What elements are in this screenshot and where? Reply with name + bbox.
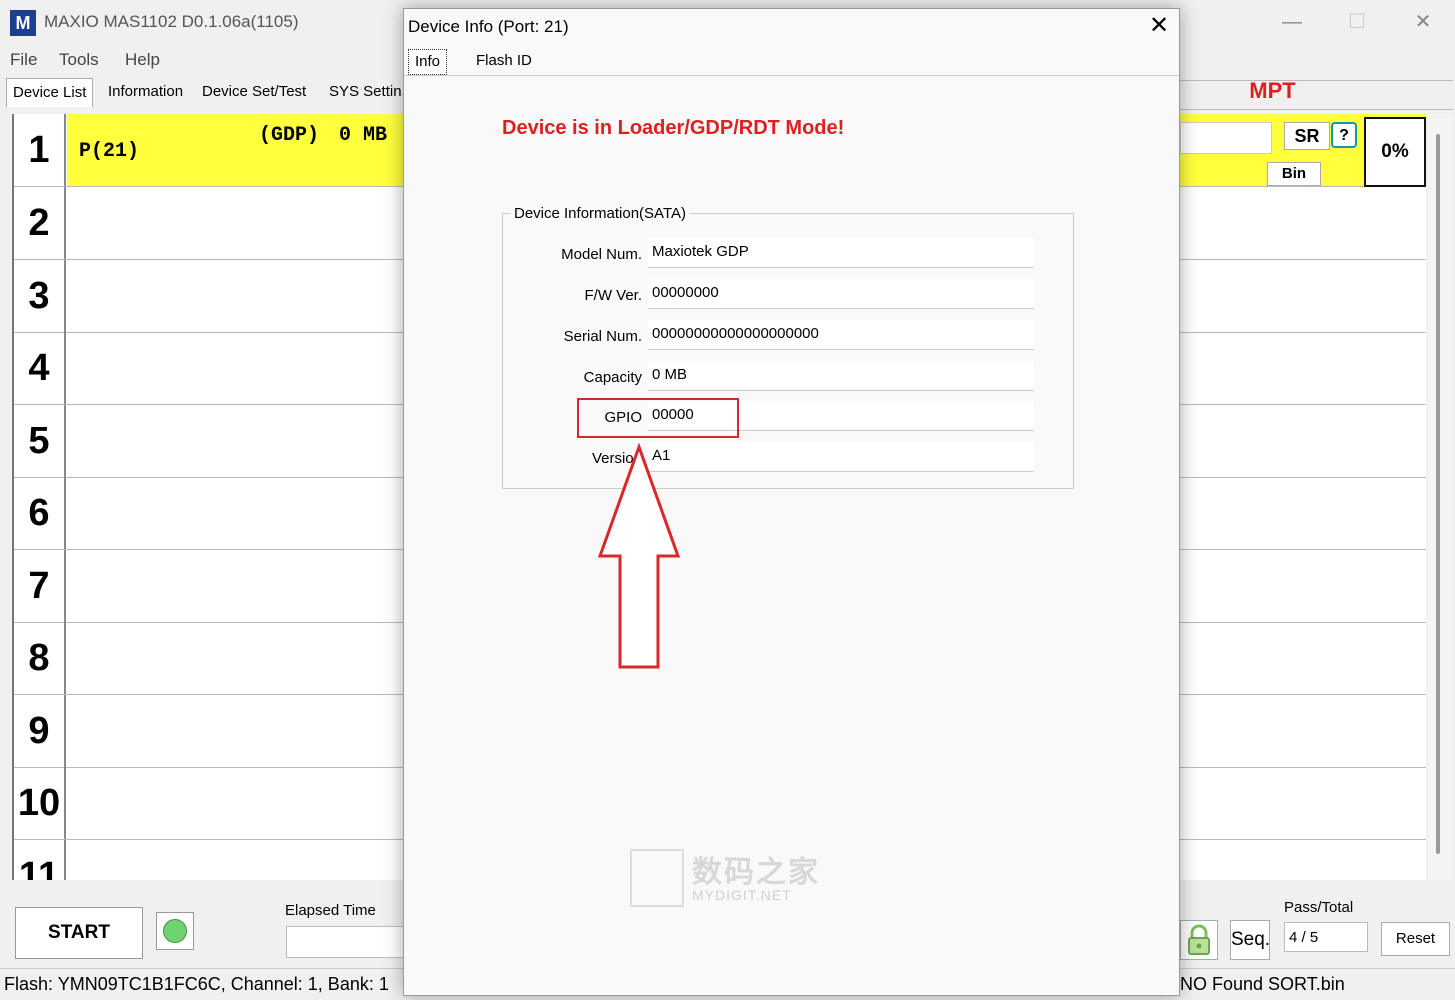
slot-number: 4 [14, 332, 66, 404]
slot-number: 9 [14, 695, 66, 767]
slot-number: 7 [14, 550, 66, 622]
dialog-title: Device Info (Port: 21) [408, 17, 569, 36]
menu-help[interactable]: Help [125, 50, 160, 70]
tab-information[interactable]: Information [102, 78, 189, 106]
mode-warning: Device is in Loader/GDP/RDT Mode! [502, 117, 845, 139]
app-icon: M [10, 10, 36, 36]
sr-button[interactable]: SR [1284, 122, 1330, 150]
watermark: 数码之家 [692, 856, 820, 889]
field-label: F/W Ver. [584, 287, 642, 304]
field-label: Capacity [583, 369, 642, 386]
slot-number: 10 [14, 767, 66, 839]
field-label: Serial Num. [563, 328, 642, 345]
pass-total-value: 4 / 5 [1284, 922, 1368, 952]
field-fw-ver: F/W Ver. 00000000 [502, 279, 1102, 311]
tab-flash-id[interactable]: Flash ID [470, 49, 538, 73]
gpio-highlight-box [577, 398, 739, 438]
pass-total-label: Pass/Total [1284, 899, 1354, 916]
mode-label: MPT [1249, 78, 1296, 103]
field-label: Model Num. [561, 246, 642, 263]
minimize-button[interactable]: — [1272, 8, 1312, 36]
stop-icon [163, 919, 187, 943]
grid-scrollbar[interactable] [1428, 114, 1452, 880]
status-flash-info: Flash: YMN09TC1B1FC6C, Channel: 1, Bank:… [4, 974, 389, 994]
slot-number: 3 [14, 260, 66, 332]
help-button[interactable]: ? [1331, 122, 1357, 148]
bin-button[interactable]: Bin [1267, 162, 1321, 186]
start-button[interactable]: START [15, 907, 143, 959]
slot-number: 1 [14, 114, 66, 186]
stop-button[interactable] [156, 912, 194, 950]
slot-1-text-field[interactable] [1180, 122, 1272, 154]
lock-icon [1188, 924, 1210, 955]
dialog-tabs: Info Flash ID [404, 47, 1179, 76]
field-value[interactable]: A1 [648, 442, 1034, 472]
slot-capacity: 0 MB [339, 124, 388, 147]
tab-device-set-test[interactable]: Device Set/Test [196, 78, 312, 106]
up-arrow-icon [597, 442, 681, 669]
watermark-logo-icon [630, 849, 684, 907]
field-version: Version A1 [502, 442, 1102, 474]
field-value[interactable]: 0 MB [648, 361, 1034, 391]
elapsed-time-label: Elapsed Time [285, 902, 376, 919]
field-serial-num: Serial Num. 00000000000000000000 [502, 320, 1102, 352]
field-value[interactable]: 00000000 [648, 279, 1034, 309]
device-info-dialog: Device Info (Port: 21) ✕ Info Flash ID D… [403, 8, 1180, 996]
slot-mode: (GDP) [259, 124, 320, 147]
main-tabs: Device List Information Device Set/Test … [0, 78, 410, 108]
tab-device-list[interactable]: Device List [6, 78, 94, 107]
menu-tools[interactable]: Tools [59, 50, 99, 70]
slot-number: 8 [14, 622, 66, 694]
scroll-thumb[interactable] [1436, 134, 1440, 854]
window-title: MAXIO MAS1102 D0.1.06a(1105) [44, 12, 299, 31]
close-button[interactable]: ✕ [1403, 8, 1443, 36]
field-value[interactable]: 00000000000000000000 [648, 320, 1034, 350]
field-value[interactable]: Maxiotek GDP [648, 238, 1034, 268]
maximize-button[interactable]: ☐ [1337, 8, 1377, 36]
status-sort-info: NO Found SORT.bin [1180, 974, 1345, 994]
slot-number: 5 [14, 405, 66, 477]
field-capacity: Capacity 0 MB [502, 361, 1102, 393]
tab-info[interactable]: Info [408, 49, 448, 75]
slot-port: P(21) [79, 140, 140, 163]
slot-number: 6 [14, 477, 66, 549]
reset-button[interactable]: Reset [1381, 922, 1450, 956]
progress-percent: 0% [1364, 117, 1426, 187]
watermark-sub: MYDIGIT.NET [692, 887, 792, 903]
elapsed-time-field [286, 926, 408, 958]
menu-file[interactable]: File [10, 50, 37, 70]
slot-number: 11 [14, 840, 66, 880]
tab-sys-settings[interactable]: SYS Settin [323, 78, 408, 106]
dialog-close-icon[interactable]: ✕ [1144, 11, 1174, 41]
seq-button[interactable]: Seq. [1230, 920, 1270, 960]
group-title: Device Information(SATA) [510, 205, 690, 222]
slot-number: 2 [14, 187, 66, 259]
lock-button[interactable] [1180, 920, 1218, 960]
field-model-num: Model Num. Maxiotek GDP [502, 238, 1102, 270]
